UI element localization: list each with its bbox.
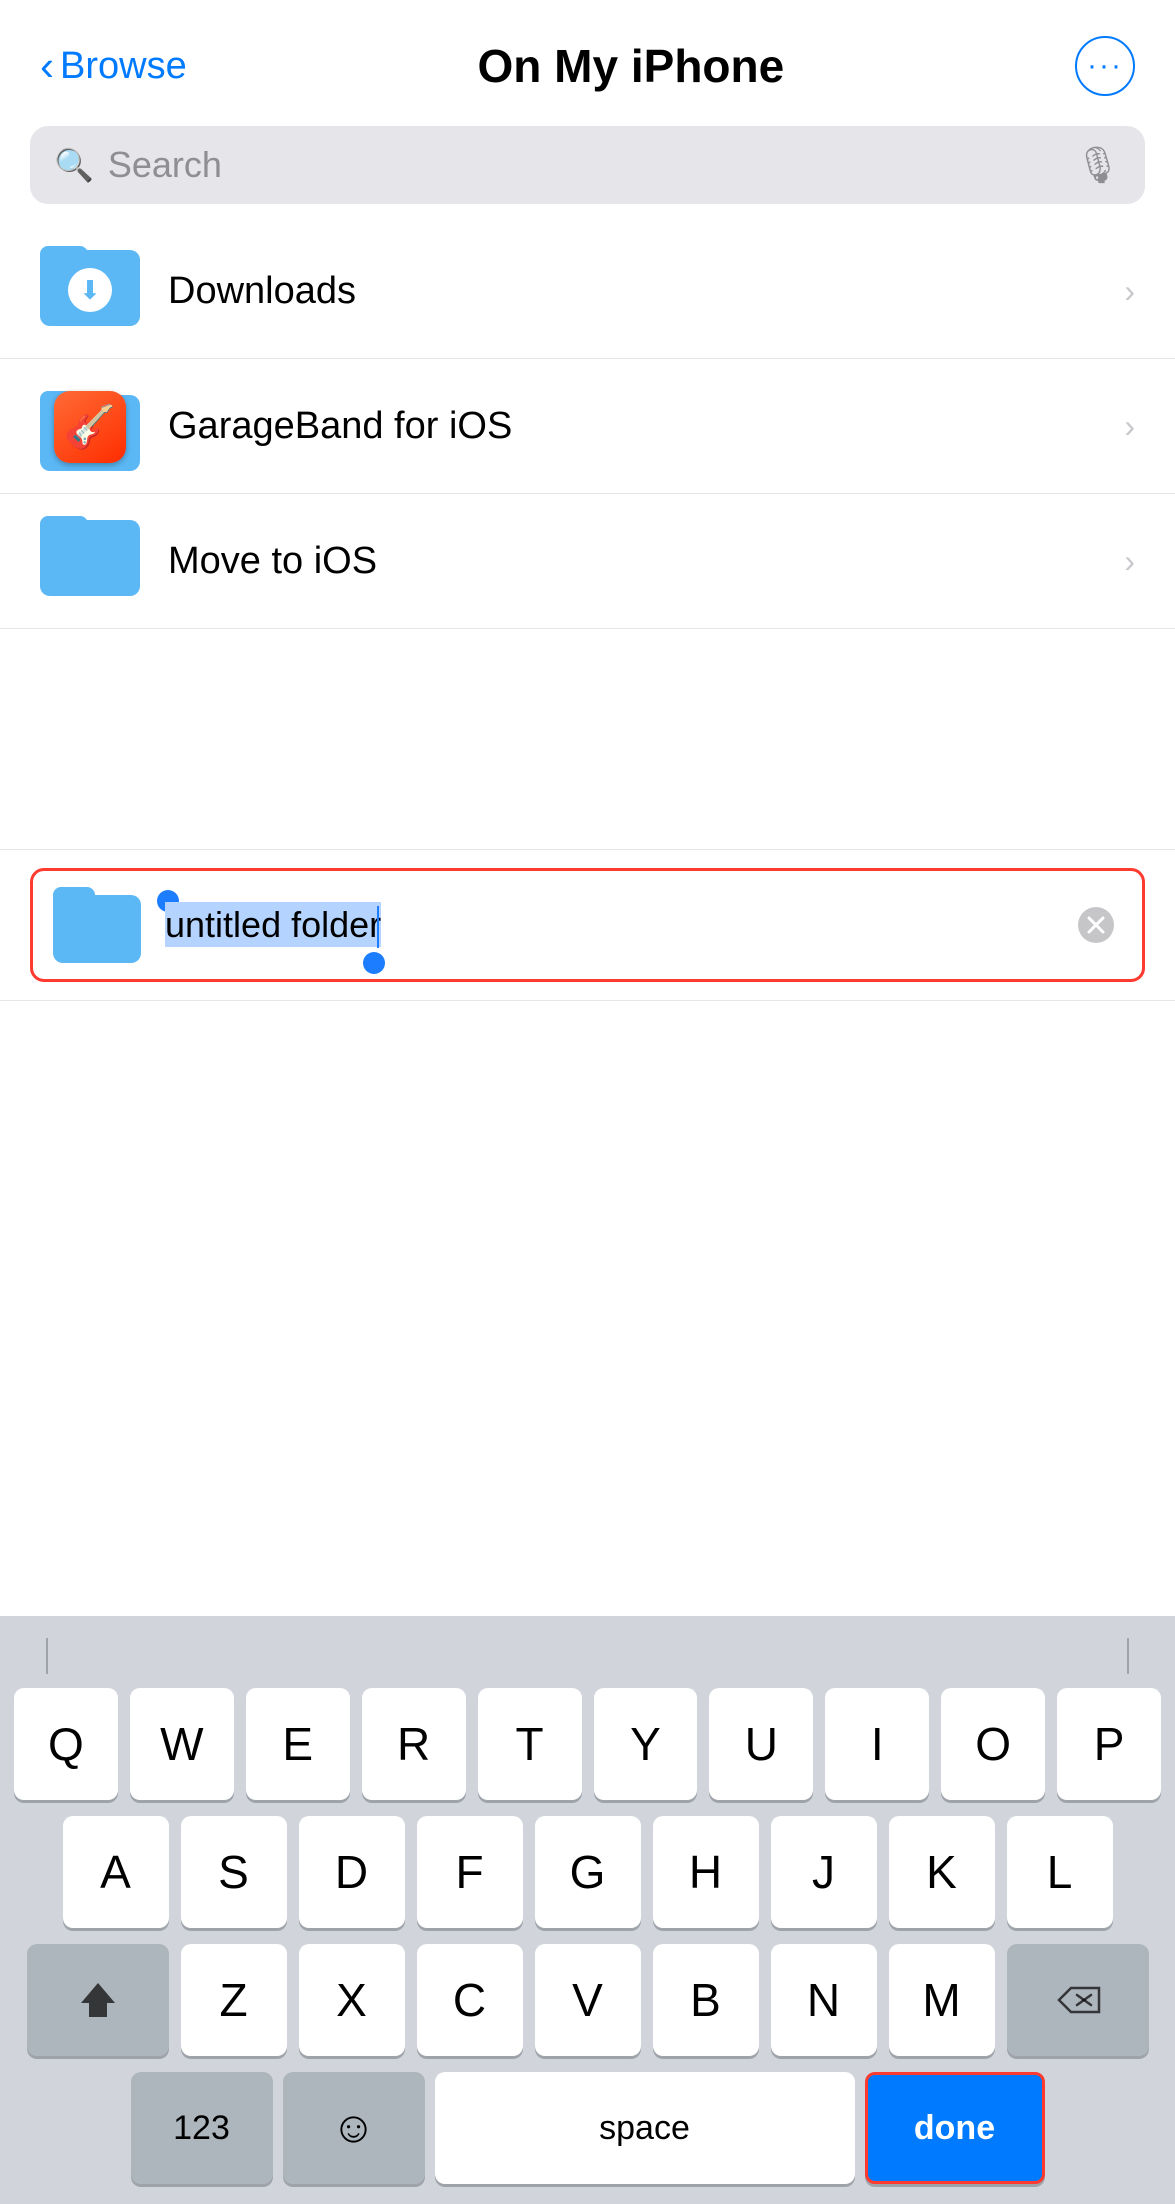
file-list: ⬇ Downloads › 🎸 GarageBand for iOS › Mov… [0,224,1175,629]
key-q[interactable]: Q [14,1688,118,1800]
mic-icon[interactable]: 🎙 [1075,144,1121,186]
downloads-folder-icon: ⬇ [40,246,140,336]
key-b[interactable]: B [653,1944,759,2056]
key-v[interactable]: V [535,1944,641,2056]
more-icon: ··· [1087,49,1123,83]
list-item[interactable]: ⬇ Downloads › [0,224,1175,359]
key-z[interactable]: Z [181,1944,287,2056]
chevron-right-icon: › [1124,543,1135,580]
key-s[interactable]: S [181,1816,287,1928]
key-d[interactable]: D [299,1816,405,1928]
numbers-label: 123 [173,2109,230,2148]
chevron-right-icon: › [1124,408,1135,445]
key-t[interactable]: T [478,1688,582,1800]
list-item[interactable]: Move to iOS › [0,494,1175,629]
selected-text: untitled folder [165,902,381,947]
file-name: Downloads [168,270,1124,313]
keyboard-toolbar [6,1628,1169,1684]
text-cursor-end-line [377,906,380,948]
delete-icon [1053,1980,1103,2020]
search-placeholder: Search [108,144,222,186]
list-item[interactable]: 🎸 GarageBand for iOS › [0,359,1175,494]
search-bar[interactable]: 🔍 Search 🎙 [30,126,1145,204]
garageband-folder-icon: 🎸 [40,381,140,471]
keyboard-row-3: Z X C V B N M [14,1944,1161,2056]
key-a[interactable]: A [63,1816,169,1928]
rename-text-field[interactable]: untitled folder [165,904,1056,946]
key-e[interactable]: E [246,1688,350,1800]
clear-input-button[interactable] [1070,899,1122,951]
file-name: GarageBand for iOS [168,405,1124,448]
key-n[interactable]: N [771,1944,877,2056]
done-label: done [914,2109,995,2148]
delete-key[interactable] [1007,1944,1149,2056]
key-o[interactable]: O [941,1688,1045,1800]
numbers-key[interactable]: 123 [131,2072,273,2184]
key-k[interactable]: K [889,1816,995,1928]
download-badge-icon: ⬇ [68,268,112,312]
keyboard-row-2: A S D F G H J K L [14,1816,1161,1928]
search-icon: 🔍 [54,146,94,184]
done-key[interactable]: done [865,2072,1045,2184]
keyboard-row-1: Q W E R T Y U I O P [14,1688,1161,1800]
toolbar-divider-right [1127,1638,1129,1674]
key-g[interactable]: G [535,1816,641,1928]
keyboard-rows: Q W E R T Y U I O P A S D F G H J K L [6,1688,1169,2184]
chevron-right-icon: › [1124,273,1135,310]
toolbar-divider-left [46,1638,48,1674]
keyboard: Q W E R T Y U I O P A S D F G H J K L [0,1616,1175,2204]
key-h[interactable]: H [653,1816,759,1928]
key-w[interactable]: W [130,1688,234,1800]
space-label: space [599,2109,690,2148]
key-y[interactable]: Y [594,1688,698,1800]
file-name: Move to iOS [168,540,1124,583]
key-m[interactable]: M [889,1944,995,2056]
key-i[interactable]: I [825,1688,929,1800]
browse-back-button[interactable]: ‹ Browse [40,42,187,90]
key-x[interactable]: X [299,1944,405,2056]
header: ‹ Browse On My iPhone ··· [0,0,1175,116]
shift-icon [75,1977,121,2023]
empty-content-area [0,629,1175,849]
key-u[interactable]: U [709,1688,813,1800]
key-l[interactable]: L [1007,1816,1113,1928]
text-cursor-end [363,952,385,974]
key-c[interactable]: C [417,1944,523,2056]
new-folder-icon [53,887,141,963]
back-chevron-icon: ‹ [40,42,54,90]
shift-key[interactable] [27,1944,169,2056]
plain-folder-icon [40,516,140,606]
space-key[interactable]: space [435,2072,855,2184]
clear-icon [1076,905,1116,945]
page-title: On My iPhone [478,39,785,93]
rename-input-row[interactable]: untitled folder [30,868,1145,982]
keyboard-row-4: 123 ☺ space done [14,2072,1161,2184]
rename-row-wrapper: untitled folder [0,849,1175,1001]
key-j[interactable]: J [771,1816,877,1928]
more-button[interactable]: ··· [1075,36,1135,96]
emoji-icon: ☺ [331,2103,376,2153]
browse-back-label: Browse [60,45,187,88]
key-r[interactable]: R [362,1688,466,1800]
key-f[interactable]: F [417,1816,523,1928]
emoji-key[interactable]: ☺ [283,2072,425,2184]
key-p[interactable]: P [1057,1688,1161,1800]
